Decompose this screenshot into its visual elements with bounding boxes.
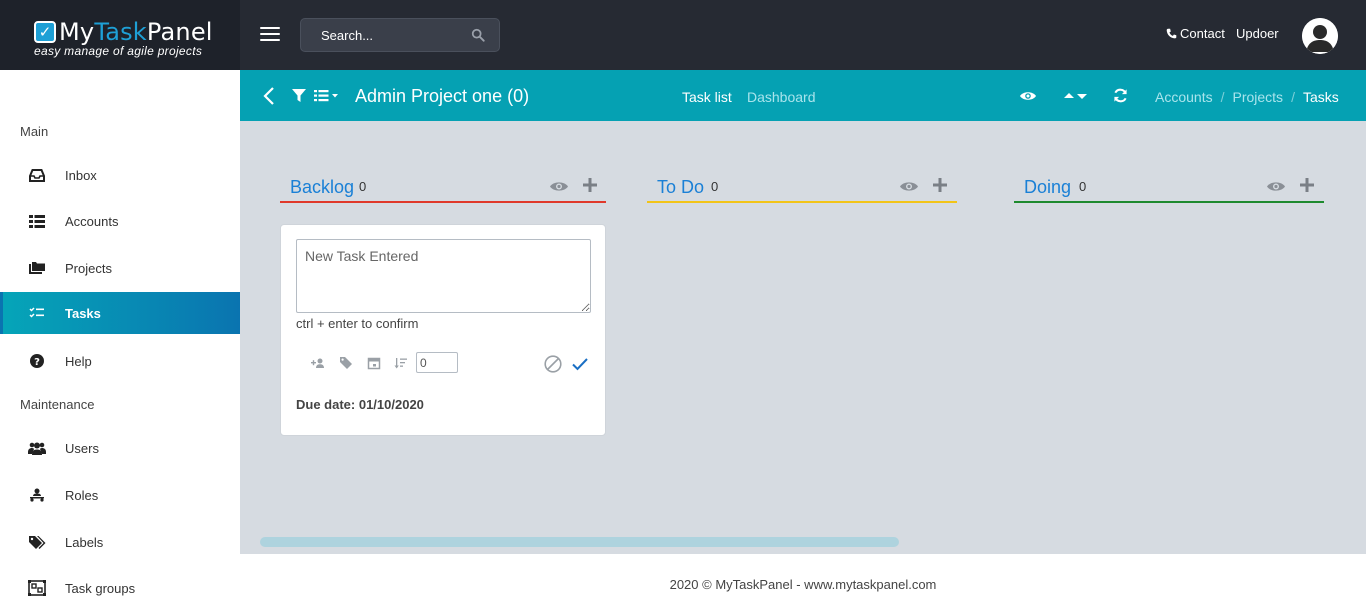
contact-label: Contact <box>1180 26 1225 41</box>
search-input[interactable] <box>301 19 461 51</box>
sidebar-item-label: Tasks <box>65 305 101 321</box>
svg-text:?: ? <box>34 357 40 368</box>
add-task-icon[interactable] <box>1300 178 1314 192</box>
task-description-input[interactable] <box>296 239 591 313</box>
menu-toggle-icon[interactable] <box>260 27 280 43</box>
sidebar-item-label: Help <box>65 353 92 369</box>
refresh-icon[interactable] <box>1113 88 1128 103</box>
sidebar-item-roles[interactable]: Roles <box>0 474 240 516</box>
breadcrumb-separator: / <box>1220 89 1225 105</box>
user-avatar-icon <box>1302 18 1338 54</box>
sidebar-item-labels[interactable]: Labels <box>0 521 240 563</box>
column-title[interactable]: Doing <box>1024 177 1071 198</box>
column-count: 0 <box>359 179 367 194</box>
column-header-todo: To Do 0 <box>647 175 957 203</box>
due-date: Due date: 01/10/2020 <box>296 397 424 412</box>
list-view-dropdown-icon[interactable] <box>314 89 344 103</box>
search-box <box>300 18 500 52</box>
confirm-hint: ctrl + enter to confirm <box>296 316 419 331</box>
sidebar-item-users[interactable]: Users <box>0 427 240 469</box>
project-title: Admin Project one (0) <box>355 86 530 106</box>
column-title[interactable]: Backlog <box>290 177 354 198</box>
sidebar-item-tasks[interactable]: Tasks <box>0 292 240 334</box>
breadcrumb-tasks: Tasks <box>1302 89 1339 105</box>
tag-icon[interactable] <box>339 356 353 370</box>
inbox-icon <box>27 167 47 183</box>
users-icon <box>27 440 47 456</box>
sidebar-item-help[interactable]: ? Help <box>0 340 240 382</box>
column-underline <box>1014 201 1324 203</box>
tab-task-list[interactable]: Task list <box>682 89 732 105</box>
cancel-icon[interactable] <box>544 355 562 373</box>
sidebar-heading-main: Main <box>20 124 49 139</box>
sidebar-item-task-groups[interactable]: Task groups <box>0 567 240 609</box>
footer-text: 2020 © MyTaskPanel - www.mytaskpanel.com <box>669 577 937 592</box>
brand-logo: ✓ MyTaskPanel <box>34 18 213 46</box>
estimate-input[interactable] <box>416 352 458 373</box>
labels-icon <box>27 534 47 550</box>
column-header-doing: Doing 0 <box>1014 175 1324 203</box>
sort-icon[interactable] <box>1064 89 1088 103</box>
sidebar-item-projects[interactable]: Projects <box>0 247 240 289</box>
sort-estimate-icon[interactable] <box>394 356 408 370</box>
top-bar: ✓ MyTaskPanel easy manage of agile proje… <box>0 0 1366 70</box>
brand-tagline: easy manage of agile projects <box>34 44 203 58</box>
sidebar-item-label: Projects <box>65 260 112 276</box>
add-task-icon[interactable] <box>933 178 947 192</box>
eye-icon[interactable] <box>550 180 568 193</box>
add-task-icon[interactable] <box>583 178 597 192</box>
horizontal-scrollbar[interactable] <box>260 537 899 547</box>
filter-icon[interactable] <box>292 89 306 103</box>
sidebar-heading-maintenance: Maintenance <box>20 397 95 412</box>
column-underline <box>280 201 606 203</box>
sidebar-item-label: Labels <box>65 534 104 550</box>
brand-name: MyTaskPanel <box>59 18 213 46</box>
breadcrumb: Accounts / Projects / Tasks <box>1155 89 1339 105</box>
assign-user-icon[interactable] <box>311 356 325 370</box>
user-name[interactable]: Updoer <box>1236 26 1279 41</box>
sidebar-item-accounts[interactable]: Accounts <box>0 200 240 242</box>
project-toolbar: Admin Project one (0) Task list Dashboar… <box>240 70 1366 121</box>
sidebar: Main Inbox Accounts Projects Tasks ? Hel… <box>0 70 240 613</box>
brand[interactable]: ✓ MyTaskPanel easy manage of agile proje… <box>0 0 240 70</box>
footer: 2020 © MyTaskPanel - www.mytaskpanel.com <box>240 554 1366 613</box>
sidebar-item-label: Users <box>65 440 99 456</box>
breadcrumb-separator: / <box>1291 89 1295 105</box>
eye-icon[interactable] <box>1020 89 1036 103</box>
contact-link[interactable]: Contact <box>1166 26 1225 41</box>
column-underline <box>647 201 957 203</box>
help-icon: ? <box>27 353 47 369</box>
breadcrumb-projects[interactable]: Projects <box>1232 89 1283 105</box>
column-count: 0 <box>1079 179 1087 194</box>
roles-icon <box>27 487 47 503</box>
column-title[interactable]: To Do <box>657 177 704 198</box>
phone-icon <box>1166 28 1177 39</box>
sidebar-item-label: Task groups <box>65 580 136 596</box>
column-header-backlog: Backlog 0 <box>280 175 606 203</box>
calendar-icon[interactable] <box>367 356 381 370</box>
confirm-check-icon[interactable] <box>571 356 589 372</box>
sidebar-item-label: Accounts <box>65 213 119 229</box>
eye-icon[interactable] <box>1267 180 1285 193</box>
sidebar-item-label: Roles <box>65 487 99 503</box>
tab-dashboard[interactable]: Dashboard <box>747 89 816 105</box>
search-icon[interactable] <box>471 28 485 42</box>
breadcrumb-accounts[interactable]: Accounts <box>1155 89 1213 105</box>
column-count: 0 <box>711 179 719 194</box>
tasks-icon <box>27 305 47 321</box>
new-task-card: ctrl + enter to confirm Due date: 01/10/… <box>280 224 606 436</box>
back-chevron-icon[interactable] <box>262 86 276 106</box>
eye-icon[interactable] <box>900 180 918 193</box>
list-icon <box>27 213 47 229</box>
task-groups-icon <box>27 580 47 596</box>
avatar[interactable] <box>1302 18 1338 54</box>
checkbox-logo-icon: ✓ <box>34 21 56 43</box>
sidebar-item-label: Inbox <box>65 167 97 183</box>
folders-icon <box>27 260 47 276</box>
sidebar-item-inbox[interactable]: Inbox <box>0 154 240 196</box>
